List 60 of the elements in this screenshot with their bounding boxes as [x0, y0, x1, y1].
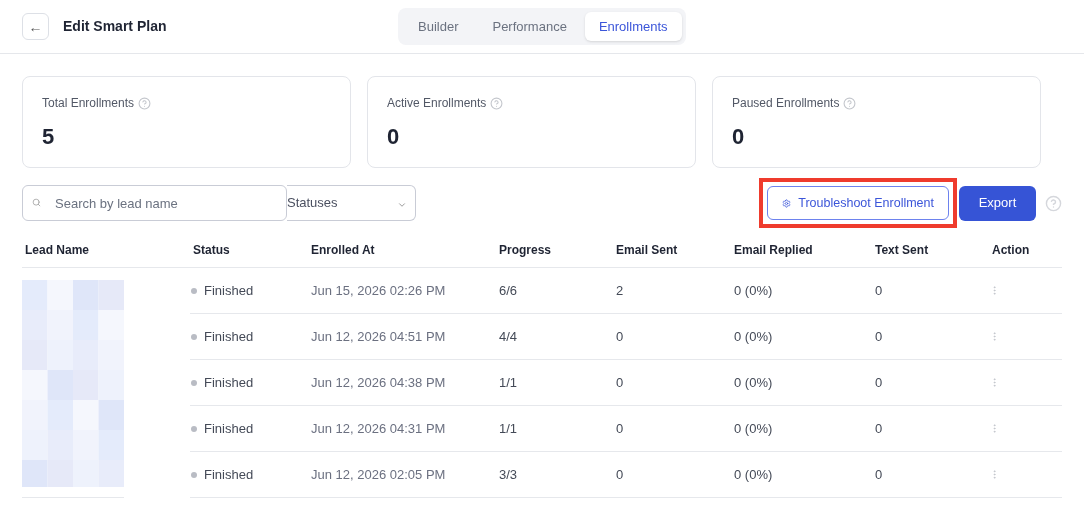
page-title: Edit Smart Plan — [63, 17, 167, 36]
table-cell-text: 0 (0%) — [734, 327, 773, 346]
column-header: Email Replied — [733, 241, 814, 259]
table-cell-text: Finished — [204, 419, 254, 438]
table-cell-text: 0 (0%) — [734, 281, 773, 300]
table-cell-text: Finished — [204, 281, 254, 300]
table-cell-text: 0 — [875, 281, 883, 300]
column-header: Email Sent — [615, 241, 679, 259]
column-header: Text Sent — [874, 241, 930, 259]
stat-value: 0 — [387, 123, 401, 151]
table-cell-text: Finished — [204, 465, 254, 484]
search-icon — [32, 198, 41, 207]
table-cell-text: 0 — [616, 419, 624, 438]
table-cell-text: 1/1 — [499, 419, 518, 438]
table-cell-text: Jun 12, 2026 04:38 PM — [311, 373, 446, 392]
table-cell-text: 0 — [875, 465, 883, 484]
table-cell-text: 4/4 — [499, 327, 518, 346]
table-cell-text: 0 — [616, 327, 624, 346]
stat-value: 5 — [42, 123, 56, 151]
help-icon[interactable] — [1045, 194, 1062, 212]
search-field[interactable]: Search by lead name — [22, 185, 287, 221]
table-cell-text: 0 (0%) — [734, 465, 773, 484]
table-cell-text: 1/1 — [499, 373, 518, 392]
table-cell-text: 0 — [875, 327, 883, 346]
stat-label: Active Enrollments — [387, 95, 487, 112]
stat-value: 0 — [732, 123, 746, 151]
tab[interactable]: Builder — [402, 12, 475, 41]
table-cell-text: 0 — [616, 373, 624, 392]
tab[interactable]: Performance — [476, 12, 583, 41]
table-cell-text: Jun 12, 2026 04:31 PM — [311, 419, 446, 438]
table-cell-text: 0 — [875, 373, 883, 392]
table-cell-text: 0 — [875, 419, 883, 438]
column-header: Enrolled At — [310, 241, 376, 259]
column-header: Lead Name — [24, 241, 91, 259]
column-header: Progress — [498, 241, 553, 259]
table-cell-text: 6/6 — [499, 281, 518, 300]
table-cell-text: Jun 12, 2026 04:51 PM — [311, 327, 446, 346]
table-cell-text: Finished — [204, 327, 254, 346]
export-button[interactable]: Export — [959, 185, 1036, 221]
column-header: Action — [991, 241, 1031, 259]
table-cell-text: Jun 12, 2026 02:05 PM — [311, 465, 446, 484]
table-cell-text: Jun 15, 2026 02:26 PM — [311, 281, 446, 300]
table-cell-text: 0 (0%) — [734, 419, 773, 438]
table-cell-text: 0 (0%) — [734, 373, 773, 392]
table-cell-text: 2 — [616, 281, 624, 300]
tab[interactable]: Enrollments — [584, 12, 682, 41]
table-cell-text: Finished — [204, 373, 254, 392]
back-button[interactable]: ← — [22, 13, 49, 40]
gear-icon — [782, 198, 792, 208]
status-dropdown[interactable]: Statuses — [287, 185, 416, 221]
help-icon[interactable] — [490, 96, 504, 110]
column-header: Status — [192, 241, 231, 259]
table-cell-text: 0 — [616, 465, 624, 484]
troubleshoot-button[interactable]: Troubleshoot Enrollment — [767, 186, 949, 220]
help-icon[interactable] — [138, 96, 152, 110]
stat-label: Total Enrollments — [42, 95, 135, 112]
stat-label: Paused Enrollments — [732, 95, 840, 112]
table-cell-text: 3/3 — [499, 465, 518, 484]
chevron-down-icon — [397, 200, 407, 210]
help-icon[interactable] — [843, 96, 857, 110]
